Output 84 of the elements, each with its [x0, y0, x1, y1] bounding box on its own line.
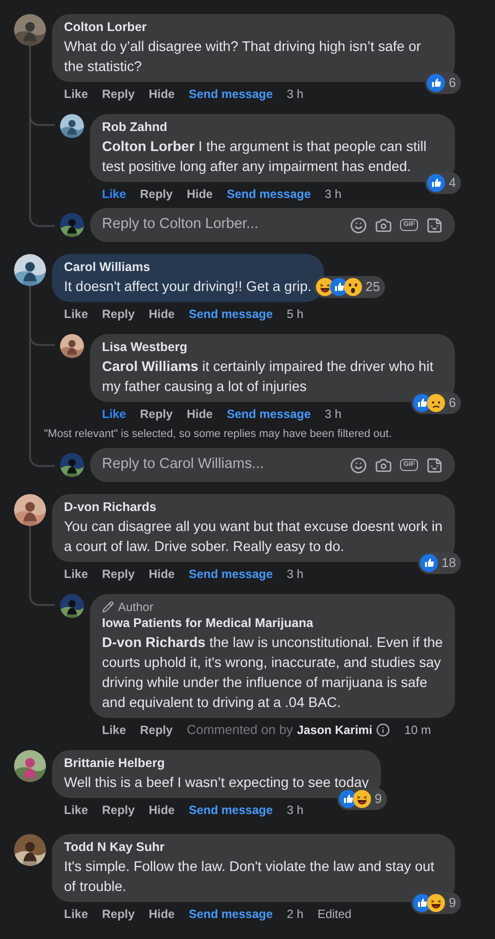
commented-by-text: Commented on by	[186, 722, 293, 738]
comment-author[interactable]: Carol Williams	[64, 259, 312, 276]
emoji-icon[interactable]	[350, 216, 368, 234]
author-label: Author	[118, 599, 154, 615]
action-button[interactable]: Hide	[148, 306, 175, 322]
comment-text: It doesn't affect your driving!! Get a grip.	[64, 277, 312, 296]
reaction-count: 18	[442, 555, 456, 571]
like-reaction-icon	[420, 554, 438, 572]
reaction-count: 6	[448, 395, 456, 411]
sticker-icon[interactable]	[426, 456, 443, 474]
reaction-summary[interactable]: 6	[424, 72, 461, 94]
comment-author[interactable]: Colton Lorber	[64, 19, 443, 36]
action-button[interactable]: Reply	[140, 722, 173, 738]
send-message-link[interactable]: Send message	[226, 406, 311, 422]
like-button[interactable]: Like	[102, 186, 126, 202]
comment-text: Colton Lorber I the argument is that people can still test positive long after any impairment has ended.	[102, 137, 428, 176]
action-button[interactable]: Reply	[140, 186, 173, 202]
like-button[interactable]: Like	[64, 906, 88, 922]
action-button[interactable]: Hide	[148, 802, 175, 818]
action-button[interactable]: Hide	[148, 86, 175, 102]
comment-author[interactable]: Rob Zahnd	[102, 119, 443, 136]
like-button[interactable]: Like	[102, 722, 126, 738]
timestamp[interactable]: 3 h	[286, 566, 304, 582]
laughing-reaction-icon	[426, 894, 445, 912]
reaction-count: 25	[366, 279, 380, 295]
reaction-summary[interactable]: 6	[410, 392, 461, 414]
send-message-link[interactable]: Send message	[226, 186, 311, 202]
send-message-link[interactable]: Send message	[188, 86, 273, 102]
edited-label: Edited	[317, 906, 352, 922]
action-button[interactable]: Reply	[102, 906, 135, 922]
reaction-summary[interactable]: 18	[418, 552, 461, 574]
camera-icon[interactable]	[375, 456, 392, 474]
timestamp[interactable]: 3 h	[324, 186, 342, 202]
action-button[interactable]: Reply	[102, 566, 135, 582]
send-message-link[interactable]: Send message	[188, 802, 273, 818]
like-button[interactable]: Like	[64, 566, 88, 582]
like-button[interactable]: Like	[102, 406, 126, 422]
action-button[interactable]: Hide	[186, 406, 213, 422]
action-button[interactable]: Hide	[148, 566, 175, 582]
comment-author[interactable]: Todd N Kay Suhr	[64, 839, 443, 856]
laughing-reaction-icon	[352, 790, 371, 808]
reaction-count: 9	[374, 791, 382, 807]
timestamp[interactable]: 5 h	[286, 306, 304, 322]
info-icon[interactable]	[376, 723, 390, 737]
comment-author[interactable]: D-von Richards	[64, 499, 443, 516]
reaction-summary[interactable]: 25	[314, 276, 386, 298]
reaction-count: 9	[448, 895, 456, 911]
sad-reaction-icon	[426, 394, 445, 412]
filter-note: "Most relevant" is selected, so some replies may have been filtered out.	[44, 427, 393, 442]
comment-author[interactable]: Lisa Westberg	[102, 339, 443, 356]
surprised-reaction-icon	[344, 278, 362, 296]
like-button[interactable]: Like	[64, 802, 88, 818]
action-button[interactable]: Reply	[102, 86, 135, 102]
action-button[interactable]: Reply	[102, 306, 135, 322]
comment-text: D-von Richards the law is unconstitutional. Even if the courts uphold it, it's wrong, inaccurate, and studies say driving while under the influence of marijuana is safe and equivalent to driving at a .04 BAC.	[102, 633, 443, 712]
reaction-summary[interactable]: 4	[424, 172, 461, 194]
send-message-link[interactable]: Send message	[188, 566, 273, 582]
timestamp[interactable]: 3 h	[286, 86, 304, 102]
pencil-icon	[102, 601, 114, 613]
send-message-link[interactable]: Send message	[188, 306, 273, 322]
like-reaction-icon	[426, 174, 445, 192]
like-button[interactable]: Like	[64, 306, 88, 322]
comment-author[interactable]: Brittanie Helberg	[64, 755, 369, 772]
sticker-icon[interactable]	[426, 216, 443, 234]
camera-icon[interactable]	[375, 216, 392, 234]
reaction-summary[interactable]: 9	[336, 788, 387, 810]
timestamp[interactable]: 3 h	[324, 406, 342, 422]
comment-author[interactable]: Iowa Patients for Medical Marijuana	[102, 615, 443, 632]
action-button[interactable]: Reply	[140, 406, 173, 422]
action-button[interactable]: Reply	[102, 802, 135, 818]
reaction-count: 4	[448, 175, 456, 191]
action-button[interactable]: Hide	[148, 906, 175, 922]
send-message-link[interactable]: Send message	[188, 906, 273, 922]
reaction-count: 6	[448, 75, 456, 91]
like-button[interactable]: Like	[64, 86, 88, 102]
emoji-icon[interactable]	[350, 456, 368, 474]
commenter-name[interactable]: Jason Karimi	[296, 722, 372, 738]
timestamp[interactable]: 2 h	[286, 906, 304, 922]
like-reaction-icon	[426, 74, 445, 92]
reaction-summary[interactable]: 9	[410, 892, 461, 914]
comment-text: What do y’all disagree with? That driving high isn’t safe or the statistic?	[64, 37, 422, 76]
action-button[interactable]: Hide	[186, 186, 213, 202]
timestamp[interactable]: 3 h	[286, 802, 304, 818]
timestamp[interactable]: 10 m	[404, 722, 431, 738]
